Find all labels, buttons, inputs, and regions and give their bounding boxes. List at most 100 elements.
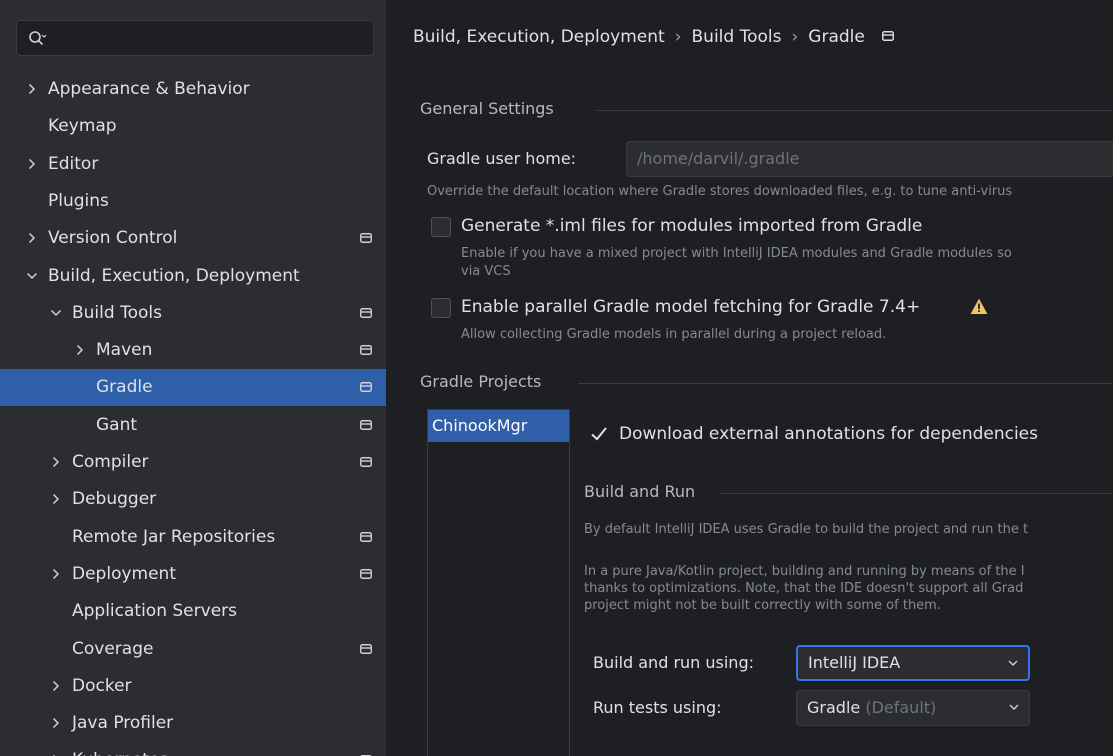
gradle-projects-divider <box>578 383 1113 384</box>
general-settings-divider <box>596 110 1113 111</box>
general-settings-title: General Settings <box>420 99 554 118</box>
chevron-down-icon <box>1009 704 1019 710</box>
sidebar-item-label: Build Tools <box>72 302 162 323</box>
sidebar-item[interactable]: Editor <box>0 146 386 183</box>
chevron-right-icon[interactable] <box>26 232 38 244</box>
download-annotations-label[interactable]: Download external annotations for depend… <box>619 424 1038 444</box>
breadcrumb-separator-icon: › <box>791 27 799 47</box>
sidebar-item[interactable]: Deployment <box>0 556 386 593</box>
sidebar-item-label: Kubernetes <box>72 742 168 756</box>
gradle-user-home-hint: Override the default location where Grad… <box>427 184 1013 199</box>
chevron-right-icon[interactable] <box>50 680 62 692</box>
build-run-using-label: Build and run using: <box>593 653 754 672</box>
gradle-projects-title: Gradle Projects <box>420 372 542 391</box>
breadcrumb-item: Gradle <box>808 27 865 47</box>
project-scope-icon <box>360 382 372 393</box>
chevron-down-icon[interactable] <box>50 307 62 319</box>
settings-search-input[interactable] <box>16 20 374 56</box>
sidebar-item[interactable]: Keymap <box>0 108 386 145</box>
breadcrumb-item[interactable]: Build, Execution, Deployment <box>413 27 665 47</box>
parallel-fetching-label[interactable]: Enable parallel Gradle model fetching fo… <box>461 297 920 317</box>
build-and-run-desc-3: thanks to optimizations. Note, that the … <box>584 581 1024 596</box>
project-scope-icon <box>360 457 372 467</box>
parallel-fetching-hint: Allow collecting Gradle models in parall… <box>461 327 887 342</box>
generate-iml-hint: Enable if you have a mixed project with … <box>461 246 1012 261</box>
build-run-using-select[interactable]: IntelliJ IDEA <box>796 645 1030 681</box>
breadcrumb-separator-icon: › <box>674 27 682 47</box>
sidebar-item-label: Gradle <box>96 377 153 398</box>
build-and-run-title: Build and Run <box>584 482 696 501</box>
download-annotations-checkbox[interactable] <box>589 424 609 444</box>
sidebar-item-label: Deployment <box>72 563 176 584</box>
project-scope-icon <box>882 31 895 41</box>
sidebar-item[interactable]: Build, Execution, Deployment <box>0 258 386 295</box>
build-and-run-desc-4: project might not be built correctly wit… <box>584 598 941 613</box>
warning-icon <box>970 298 988 314</box>
run-tests-using-select[interactable]: Gradle (Default) <box>796 690 1030 726</box>
sidebar-item-label: Maven <box>96 340 153 361</box>
sidebar-item[interactable]: Docker <box>0 668 386 705</box>
build-run-using-value: IntelliJ IDEA <box>808 653 901 672</box>
build-and-run-desc: By default IntelliJ IDEA uses Gradle to … <box>584 522 1029 537</box>
sidebar-item[interactable]: Gradle <box>0 369 386 407</box>
project-scope-icon <box>360 568 372 579</box>
project-scope-icon <box>360 643 372 654</box>
sidebar-item[interactable]: Kubernetes <box>0 742 386 756</box>
chevron-right-icon[interactable] <box>26 83 38 95</box>
build-and-run-desc-2: In a pure Java/Kotlin project, building … <box>584 564 1025 579</box>
gradle-user-home-field[interactable]: /home/darvil/.gradle <box>626 141 1113 177</box>
project-scope-icon <box>360 419 372 430</box>
run-tests-using-value: Gradle <box>807 698 861 717</box>
breadcrumb: Build, Execution, Deployment › Build Tools… <box>413 27 895 47</box>
gradle-user-home-label: Gradle user home: <box>427 149 577 168</box>
sidebar-item-label: Gant <box>96 414 138 435</box>
sidebar-item-label: Debugger <box>72 489 157 510</box>
sidebar-item-label: Version Control <box>48 228 178 249</box>
settings-content: Build, Execution, Deployment › Build Tools… <box>386 0 1113 756</box>
sidebar-item[interactable]: Application Servers <box>0 593 386 630</box>
sidebar-item-label: Keymap <box>48 116 117 137</box>
sidebar-item-label: Compiler <box>72 452 149 472</box>
project-scope-icon <box>360 531 372 542</box>
sidebar-item[interactable]: Remote Jar Repositories <box>0 519 386 556</box>
chevron-right-icon[interactable] <box>50 493 62 505</box>
generate-iml-checkbox[interactable] <box>431 217 451 237</box>
sidebar-item-label: Remote Jar Repositories <box>72 526 276 547</box>
sidebar-item[interactable]: Version Control <box>0 220 386 257</box>
chevron-down-icon[interactable] <box>26 270 38 282</box>
sidebar-item-label: Appearance & Behavior <box>48 79 250 99</box>
sidebar-item[interactable]: Build Tools <box>0 295 386 332</box>
sidebar-item-label: Java Profiler <box>72 713 174 734</box>
settings-sidebar: Appearance & Behavior Keymap Editor Plugins… <box>0 0 386 756</box>
sidebar-item[interactable]: Compiler <box>0 444 386 481</box>
sidebar-item[interactable]: Maven <box>0 332 386 369</box>
chevron-right-icon[interactable] <box>74 344 86 356</box>
chevron-right-icon[interactable] <box>26 158 38 170</box>
gradle-projects-list: ChinookMgr <box>427 409 570 756</box>
sidebar-item[interactable]: Debugger <box>0 481 386 518</box>
sidebar-item[interactable]: Appearance & Behavior <box>0 71 386 108</box>
generate-iml-label[interactable]: Generate *.iml files for modules importe… <box>461 216 922 236</box>
sidebar-item-label: Docker <box>72 675 132 696</box>
sidebar-item-label: Plugins <box>48 190 109 211</box>
sidebar-item[interactable]: Plugins <box>0 183 386 220</box>
chevron-right-icon[interactable] <box>50 456 62 468</box>
chevron-right-icon[interactable] <box>50 717 62 729</box>
sidebar-item[interactable]: Coverage <box>0 631 386 668</box>
sidebar-item-label: Coverage <box>72 638 154 659</box>
project-scope-icon <box>360 307 372 318</box>
build-and-run-divider <box>719 493 1113 494</box>
run-tests-default-suffix: (Default) <box>865 698 937 717</box>
chevron-down-icon <box>1008 660 1018 666</box>
generate-iml-hint-2: via VCS <box>461 264 511 279</box>
sidebar-item-label: Application Servers <box>72 601 237 622</box>
project-item-chinookmgr[interactable]: ChinookMgr <box>428 410 569 442</box>
parallel-fetching-checkbox[interactable] <box>431 298 451 318</box>
breadcrumb-item[interactable]: Build Tools <box>692 27 782 47</box>
sidebar-item[interactable]: Gant <box>0 407 386 444</box>
sidebar-item-label: Editor <box>48 153 99 174</box>
project-scope-icon <box>360 345 372 356</box>
chevron-right-icon[interactable] <box>50 568 62 580</box>
run-tests-using-label: Run tests using: <box>593 698 722 717</box>
sidebar-item[interactable]: Java Profiler <box>0 705 386 742</box>
